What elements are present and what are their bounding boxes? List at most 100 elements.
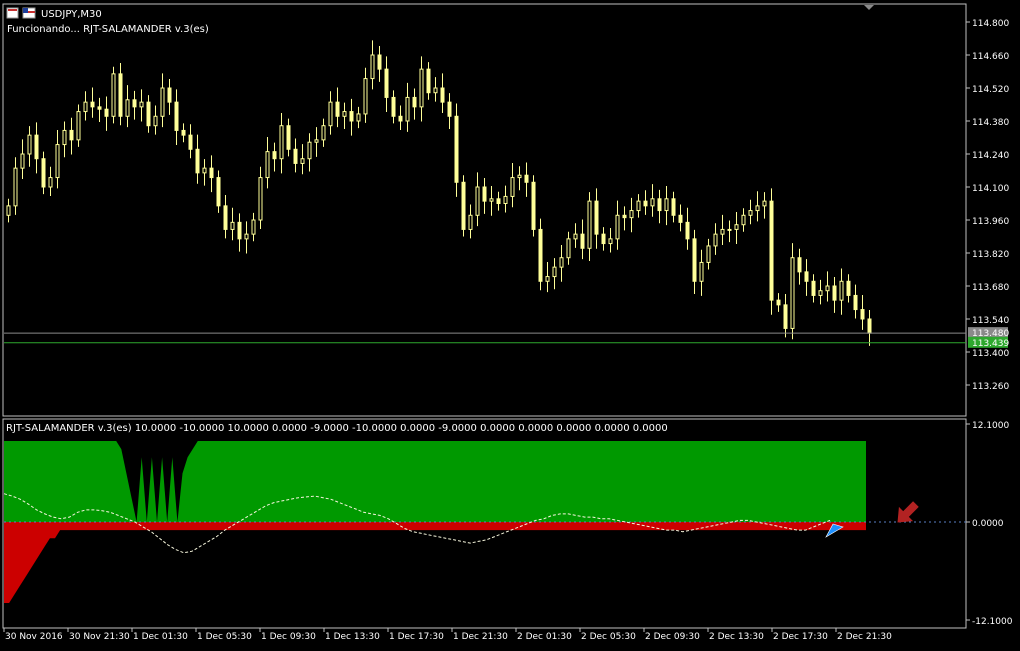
candle-body (125, 99, 130, 117)
candle-body (398, 115, 403, 122)
symbol-label: USDJPY,M30 (41, 9, 102, 20)
price-tick-label: 114.100 (972, 184, 1009, 194)
candle-body (853, 294, 858, 311)
candle-body (181, 129, 186, 136)
candle-body (328, 101, 333, 127)
price-tick-label: 113.400 (972, 349, 1009, 359)
price-tick-label: 114.660 (972, 52, 1009, 62)
candle-body (55, 144, 60, 179)
price-tick-label: 113.540 (972, 316, 1009, 326)
candle-body (475, 186, 480, 216)
symbol-flag-icon-red (23, 8, 28, 13)
candle-body (174, 101, 179, 131)
candle-body (377, 54, 382, 70)
candle-body (685, 221, 690, 240)
chart-shift-marker[interactable] (864, 5, 874, 10)
candle-body (664, 198, 669, 212)
candle-body (818, 290, 823, 296)
indicator-tick-label: -12.1000 (972, 617, 1013, 627)
candle-body (188, 134, 193, 150)
candle-body (440, 87, 445, 103)
time-tick-label: 2 Dec 01:30 (517, 632, 572, 642)
candle-body (524, 174, 529, 183)
price-tick-label: 114.800 (972, 19, 1009, 29)
price-tick-label: 114.520 (972, 85, 1009, 95)
bid-price-label: 113.439 (972, 339, 1009, 349)
candle-body (244, 233, 249, 240)
candle-body (636, 200, 641, 212)
green-area (4, 441, 866, 522)
candle-body (370, 54, 375, 80)
price-tick-label: 114.240 (972, 151, 1009, 161)
candle-body (349, 111, 354, 122)
candle-body (496, 198, 501, 205)
candle-body (790, 257, 795, 329)
candle-body (342, 111, 347, 117)
candles-layer (4, 40, 966, 346)
price-tick-label: 113.260 (972, 382, 1009, 392)
time-tick-label: 1 Dec 09:30 (261, 632, 316, 642)
time-tick-label: 1 Dec 17:30 (389, 632, 444, 642)
down-arrow-icon (897, 501, 919, 523)
time-tick-label: 2 Dec 09:30 (645, 632, 700, 642)
candle-body (650, 198, 655, 207)
candle-body (573, 233, 578, 240)
candle-body (825, 285, 830, 292)
candle-body (335, 101, 340, 117)
candle-body (419, 68, 424, 108)
candle-body (118, 73, 123, 117)
candle-body (279, 125, 284, 160)
candle-body (566, 238, 571, 259)
candle-body (209, 167, 214, 179)
time-tick-label: 1 Dec 01:30 (133, 632, 188, 642)
candle-body (363, 78, 368, 115)
candle-body (692, 238, 697, 282)
price-tick-label: 113.680 (972, 283, 1009, 293)
candle-body (580, 233, 585, 249)
chart-canvas[interactable]: USDJPY,M30 Funcionando... RJT-SALAMANDER… (0, 0, 1020, 647)
candle-body (601, 233, 606, 245)
candle-body (34, 134, 39, 160)
indicator-tick-label: 0.0000 (972, 519, 1004, 529)
candle-body (251, 219, 256, 235)
chart-window: USDJPY,M30 Funcionando... RJT-SALAMANDER… (0, 0, 1020, 647)
candle-body (405, 96, 410, 122)
price-tick-label: 114.380 (972, 118, 1009, 128)
candle-body (867, 318, 872, 334)
candle-body (356, 113, 361, 122)
candle-body (314, 139, 319, 143)
candle-body (622, 214, 627, 219)
candle-body (706, 245, 711, 263)
candle-body (671, 198, 676, 216)
candle-body (146, 101, 151, 127)
candle-body (293, 148, 298, 164)
candle-body (6, 205, 11, 216)
candle-body (531, 181, 536, 230)
candle-body (713, 233, 718, 247)
candle-body (797, 257, 802, 273)
candle-body (90, 101, 95, 108)
candle-body (132, 99, 137, 108)
candle-body (111, 73, 116, 117)
candle-body (482, 186, 487, 202)
candle-body (272, 151, 277, 160)
candle-body (769, 200, 774, 301)
candle-body (832, 285, 837, 301)
candle-body (160, 87, 165, 117)
time-tick-label: 2 Dec 05:30 (581, 632, 636, 642)
candle-body (223, 205, 228, 230)
candle-body (699, 261, 704, 282)
candle-body (762, 200, 767, 207)
candle-body (153, 115, 158, 127)
candle-body (748, 210, 753, 216)
candle-body (195, 148, 200, 174)
time-tick-label: 1 Dec 21:30 (453, 632, 508, 642)
candle-body (559, 257, 564, 268)
candle-body (41, 158, 46, 188)
candle-body (552, 266, 557, 278)
candle-body (237, 221, 242, 240)
candle-body (139, 101, 144, 108)
chart-menu-icon-bar (8, 9, 17, 11)
candle-body (776, 299, 781, 306)
time-tick-label: 2 Dec 17:30 (773, 632, 828, 642)
